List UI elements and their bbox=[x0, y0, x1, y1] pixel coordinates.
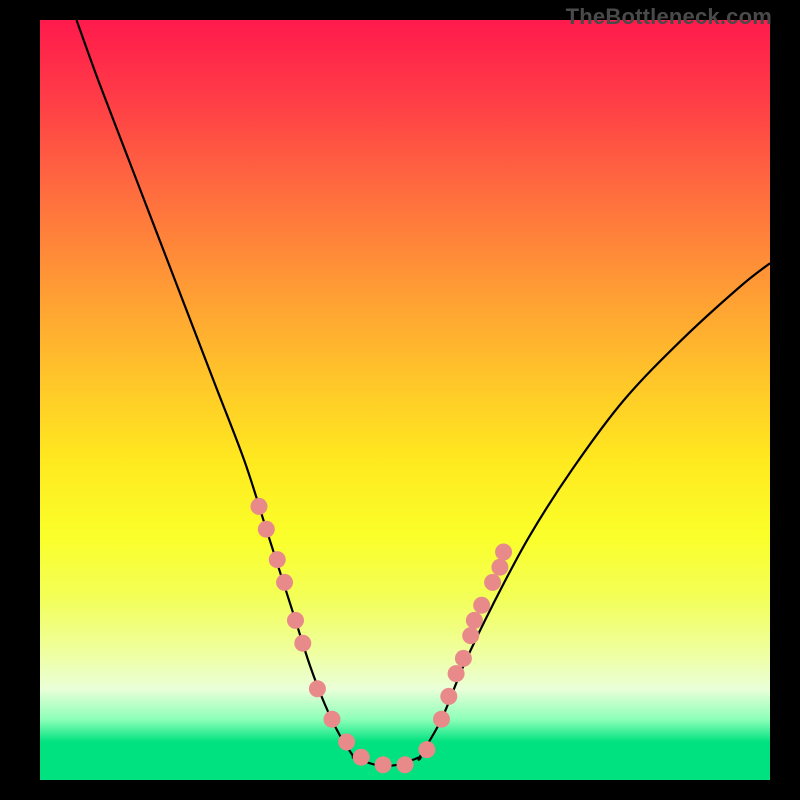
chart-frame: TheBottleneck.com bbox=[0, 0, 800, 800]
data-marker bbox=[462, 627, 479, 644]
data-marker bbox=[455, 650, 472, 667]
data-marker bbox=[433, 711, 450, 728]
data-marker bbox=[473, 597, 490, 614]
markers-left bbox=[251, 498, 414, 773]
data-marker bbox=[375, 756, 392, 773]
data-marker bbox=[397, 756, 414, 773]
data-marker bbox=[484, 574, 501, 591]
data-marker bbox=[440, 688, 457, 705]
data-marker bbox=[324, 711, 341, 728]
data-marker bbox=[418, 741, 435, 758]
data-marker bbox=[294, 635, 311, 652]
data-marker bbox=[269, 551, 286, 568]
data-marker bbox=[251, 498, 268, 515]
data-marker bbox=[466, 612, 483, 629]
data-marker bbox=[491, 559, 508, 576]
data-marker bbox=[448, 665, 465, 682]
attribution-label: TheBottleneck.com bbox=[566, 4, 772, 30]
data-marker bbox=[353, 749, 370, 766]
curve-group bbox=[77, 20, 771, 766]
data-marker bbox=[287, 612, 304, 629]
data-marker bbox=[309, 680, 326, 697]
plot-area bbox=[40, 20, 770, 780]
data-marker bbox=[258, 521, 275, 538]
data-marker bbox=[276, 574, 293, 591]
markers-right bbox=[418, 544, 512, 759]
data-marker bbox=[495, 544, 512, 561]
chart-svg bbox=[40, 20, 770, 780]
data-marker bbox=[338, 734, 355, 751]
bottleneck-curve bbox=[77, 20, 771, 766]
